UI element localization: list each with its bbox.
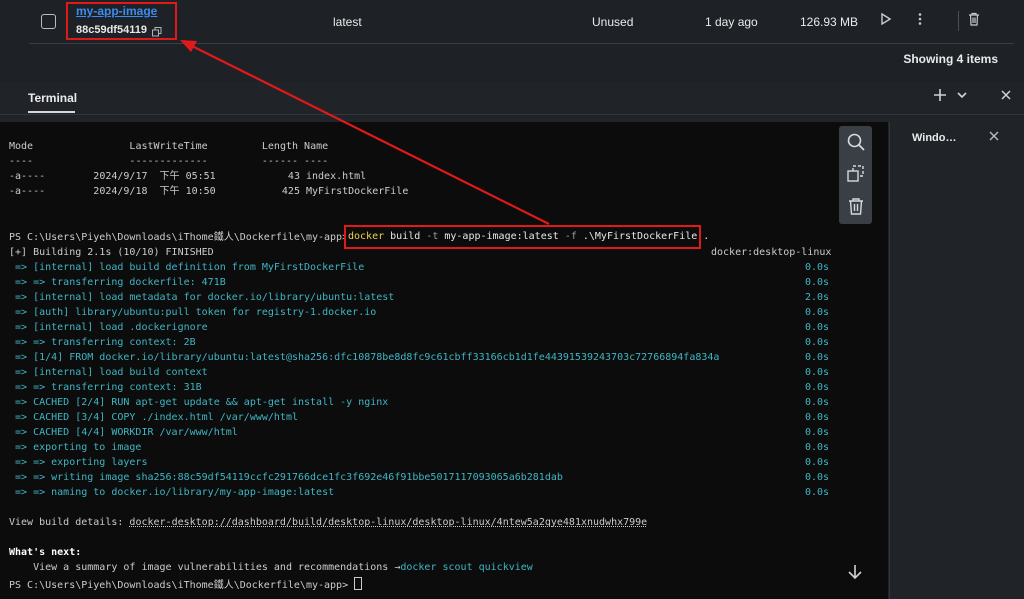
annotation-arrow — [180, 40, 550, 225]
